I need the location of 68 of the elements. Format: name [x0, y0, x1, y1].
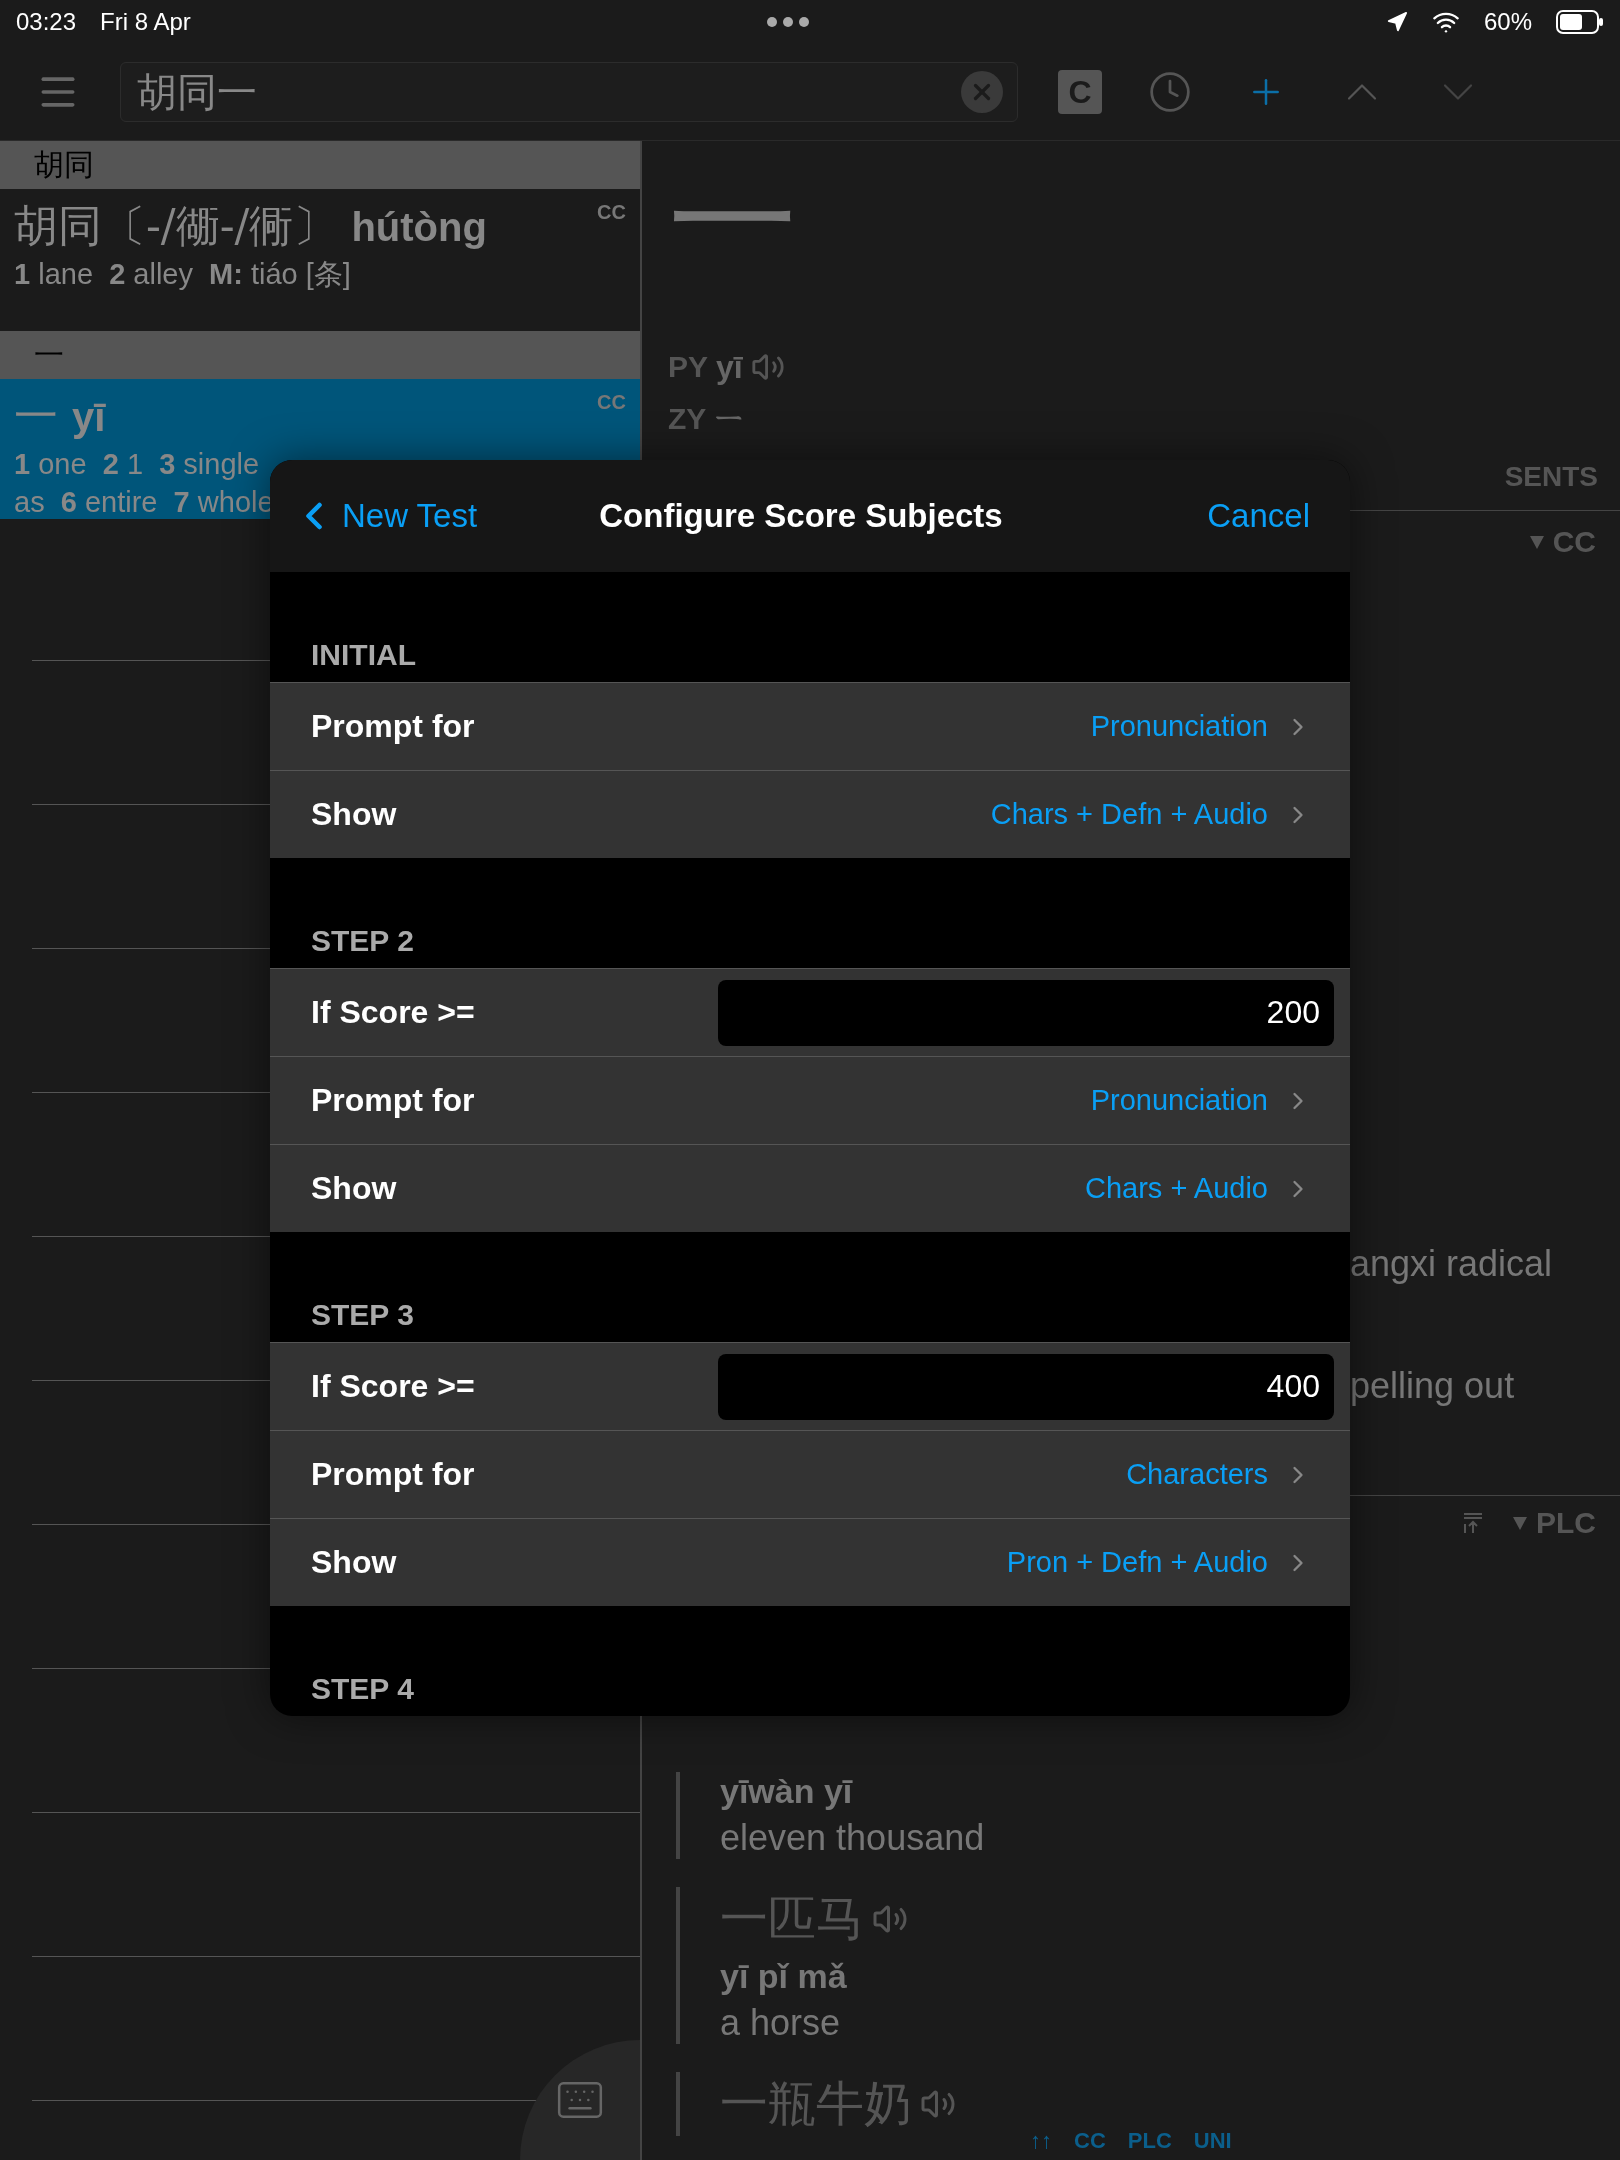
row-label: Prompt for	[311, 708, 476, 745]
row-value: Chars + Audio	[1085, 1172, 1268, 1205]
sentence-pinyin: yī pǐ mǎ	[720, 1957, 848, 1996]
search-text: 胡同一	[137, 67, 258, 117]
definition-text: pelling out	[1350, 1365, 1516, 1407]
row-label: If Score >=	[311, 994, 476, 1031]
row-label: Prompt for	[311, 1456, 476, 1493]
row-value: Characters	[1126, 1458, 1268, 1491]
source-label: CC	[597, 201, 626, 224]
sentence-translation: a horse	[720, 2002, 842, 2044]
search-field[interactable]: 胡同一	[120, 62, 1018, 122]
row-label: Show	[311, 1544, 398, 1581]
section-header-text: 胡同	[34, 145, 94, 184]
section-title: STEP 4	[311, 1672, 414, 1706]
settings-row[interactable]: Prompt for Characters	[270, 1430, 1350, 1518]
section-title: STEP 3	[311, 1298, 414, 1332]
scroll-top-icon[interactable]	[1462, 1512, 1484, 1534]
score-input-field[interactable]: 200	[718, 979, 1334, 1046]
sentence-translation: eleven thousand	[720, 1817, 986, 1859]
definition-text: angxi radical	[1350, 1243, 1554, 1285]
row-value: Pron + Defn + Audio	[1006, 1546, 1268, 1579]
section-title: STEP 2	[311, 924, 414, 958]
settings-row[interactable]: Prompt for Pronunciation	[270, 1056, 1350, 1144]
section-header-text: 一	[34, 335, 64, 374]
definition-text: 1 lane 2 alley M: tiáo [条]	[14, 257, 351, 292]
settings-row[interactable]: Show Pron + Defn + Audio	[270, 1518, 1350, 1606]
footer-link[interactable]: PLC	[1127, 2128, 1172, 2154]
clock-icon	[1148, 70, 1192, 114]
footer-link[interactable]: ↑↑	[1030, 2128, 1052, 2154]
settings-row[interactable]: Prompt for Pronunciation	[270, 682, 1350, 770]
definition-text: 1 one 2 1 3 single	[14, 447, 260, 482]
pinyin: hútòng	[351, 205, 487, 250]
pinyin-label: PY	[668, 350, 709, 384]
sentence-pinyin: yīwàn yī	[720, 1772, 854, 1811]
more-dots-icon	[766, 16, 811, 28]
footer-link[interactable]: CC	[1074, 2128, 1106, 2154]
triangle-icon	[1512, 1515, 1528, 1531]
row-label: If Score >=	[311, 1368, 476, 1405]
settings-row[interactable]: Show Chars + Defn + Audio	[270, 770, 1350, 858]
row-label: Show	[311, 1170, 398, 1207]
section-title: INITIAL	[311, 638, 416, 672]
row-value: Chars + Defn + Audio	[990, 798, 1268, 831]
triangle-icon	[1528, 534, 1545, 550]
sentence-characters: 一匹马	[720, 1889, 864, 1948]
settings-row[interactable]: Show Chars + Audio	[270, 1144, 1350, 1232]
zhuyin-value: ㄧ	[714, 399, 747, 438]
definition-text: as 6 entire 7 whole	[14, 484, 274, 520]
headword: 胡同〔-/衚-/衕〕	[14, 199, 338, 253]
status-time: 03:23	[16, 8, 77, 36]
cancel-button[interactable]: Cancel	[1207, 497, 1310, 535]
battery-icon	[1556, 10, 1604, 34]
zhuyin-label: ZY	[668, 402, 707, 436]
row-value: Pronunciation	[1090, 710, 1268, 743]
clear-button[interactable]	[961, 71, 1003, 113]
large-character: 一	[668, 144, 799, 299]
status-date: Fri 8 Apr	[100, 8, 191, 36]
row-value: Pronunciation	[1090, 1084, 1268, 1117]
battery-percent: 60%	[1483, 8, 1532, 36]
footer-link[interactable]: UNI	[1193, 2128, 1232, 2154]
location-icon	[1385, 11, 1408, 33]
sentence-characters: 一瓶牛奶	[720, 2074, 912, 2133]
row-label: Show	[311, 796, 398, 833]
row-label: Prompt for	[311, 1082, 476, 1119]
pinyin-value: yī	[716, 348, 743, 386]
pinyin: yī	[72, 395, 106, 440]
headword: 一	[14, 389, 58, 443]
score-input-field[interactable]: 400	[718, 1353, 1334, 1420]
source-label: CC	[597, 391, 626, 414]
